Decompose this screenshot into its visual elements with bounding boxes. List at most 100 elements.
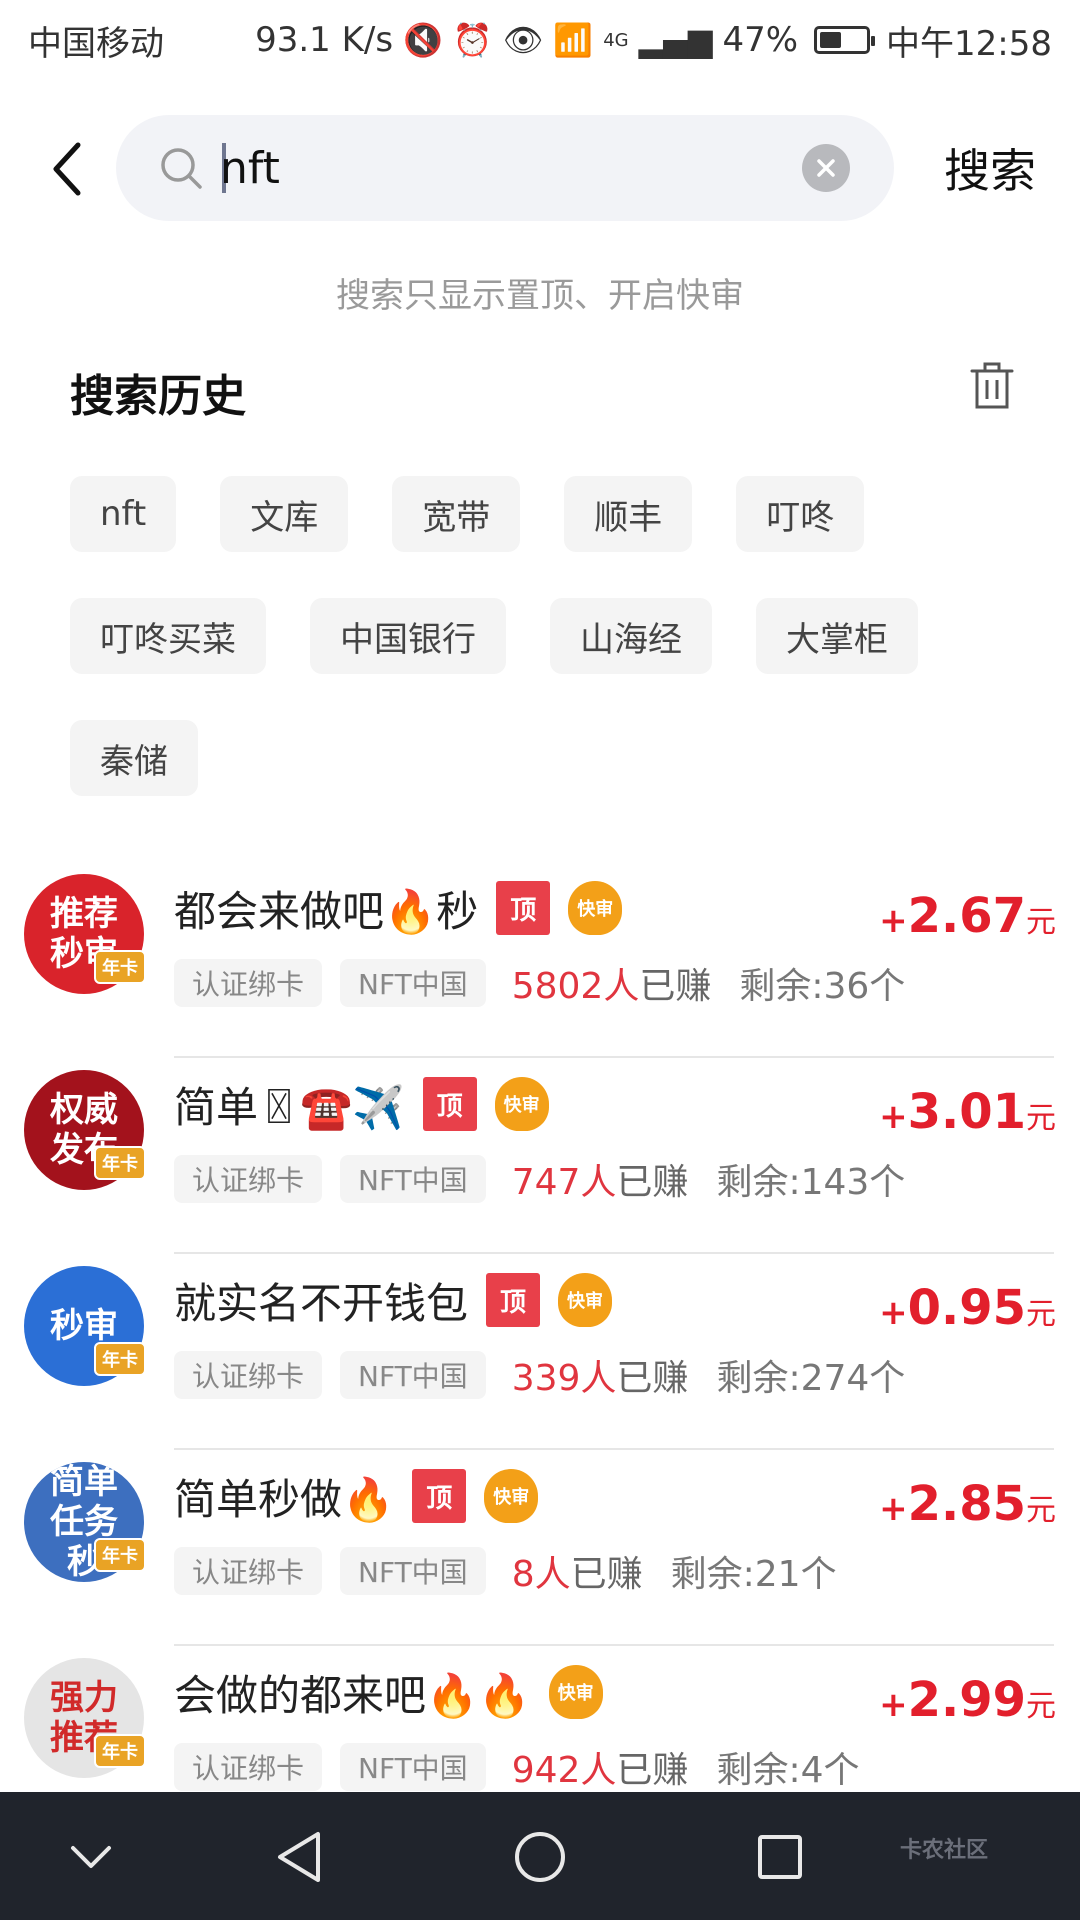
task-title-row: 简单秒做🔥 顶快审	[174, 1464, 539, 1528]
crown-badge: 年卡	[94, 950, 146, 984]
history-title: 搜索历史	[70, 371, 246, 422]
circle-home-icon	[515, 1832, 565, 1882]
task-title: 简单秒做🔥	[174, 1474, 395, 1524]
top-badge: 顶	[412, 1469, 467, 1523]
search-button[interactable]: 搜索	[920, 135, 1060, 201]
history-tag[interactable]: 叮咚	[736, 476, 865, 552]
nav-recents-button[interactable]	[745, 1822, 815, 1892]
battery-icon	[814, 26, 876, 54]
task-chip: NFT中国	[340, 1155, 486, 1203]
collapse-nav-button[interactable]	[56, 1822, 126, 1892]
earned-number: 747	[511, 1162, 581, 1203]
history-tag[interactable]: 文库	[220, 476, 349, 552]
task-meta: 认证绑卡 NFT中国 747人已赚 剩余:143个	[174, 1154, 905, 1204]
remain-count: 剩余:143个	[716, 1153, 905, 1205]
task-chip: NFT中国	[340, 1743, 486, 1791]
earned-count: 942人已赚	[512, 1741, 689, 1793]
task-row[interactable]: 推荐秒审 年卡 都会来做吧🔥秒顶快审 +2.67 元认证绑卡 NFT中国 5802人已赚 剩余…	[0, 862, 1080, 1058]
task-chip: NFT中国	[340, 959, 486, 1007]
top-badge: 顶	[496, 881, 551, 935]
history-tag[interactable]: 秦储	[70, 720, 198, 796]
back-button[interactable]	[38, 139, 98, 199]
task-title-row: 都会来做吧🔥秒顶快审	[174, 876, 623, 940]
task-title: 都会来做吧🔥秒	[174, 886, 479, 936]
task-meta: 认证绑卡 NFT中国 339人已赚 剩余:274个	[174, 1350, 905, 1400]
back-arrow-icon	[53, 142, 81, 196]
task-title-row: 会做的都来吧🔥🔥 快审	[174, 1660, 603, 1724]
wifi-icon: 📶	[553, 21, 594, 59]
task-list: 推荐秒审 年卡 都会来做吧🔥秒顶快审 +2.67 元认证绑卡 NFT中国 5802人已赚 剩余…	[0, 862, 1080, 1842]
crown-badge: 年卡	[94, 1146, 146, 1180]
chevron-down-icon	[71, 1846, 111, 1868]
history-tag[interactable]: 山海经	[550, 598, 712, 674]
task-row[interactable]: 秒审 年卡 就实名不开钱包顶快审 +0.95 元认证绑卡 NFT中国 339人已赚 剩余:27…	[0, 1254, 1080, 1450]
clear-button[interactable]	[802, 144, 850, 192]
price-value: 0.95	[907, 1280, 1026, 1336]
remain-count: 剩余:274个	[716, 1349, 905, 1401]
task-chip: NFT中国	[340, 1351, 486, 1399]
search-tip: 搜索只显示置顶、开启快审	[336, 276, 744, 316]
earned-number: 5802	[511, 966, 604, 1007]
remain-number: 21	[754, 1554, 801, 1595]
remain-suffix: 个	[869, 1162, 906, 1203]
watermark: 卡农社区	[900, 1838, 989, 1863]
task-chip: 认证绑卡	[174, 1547, 323, 1595]
page: 中国移动 93.1 K/s 🔇 ⏰ 👁 📶 4G ▂▄▆ 47% 中午12:58	[0, 0, 1080, 1920]
earned-count: 8人已赚	[512, 1545, 643, 1597]
history-tag[interactable]: 大掌柜	[756, 598, 918, 674]
close-icon	[817, 159, 835, 177]
earned-ren: 人	[603, 966, 640, 1007]
task-row[interactable]: 权威发布 年卡 简单〿☎️✈️ 顶快审 +3.01 元认证绑卡 NFT中国 747人已赚 剩余:…	[0, 1058, 1080, 1254]
remain-suffix: 个	[869, 1358, 906, 1399]
nav-back-button[interactable]	[264, 1822, 334, 1892]
crown-badge: 年卡	[94, 1342, 146, 1376]
task-chip: 认证绑卡	[174, 959, 323, 1007]
earned-suffix: 已赚	[616, 1358, 689, 1399]
remain-prefix: 剩余:	[670, 1554, 755, 1595]
price-unit: 元	[1026, 1101, 1056, 1136]
net-speed: 93.1 K/s	[255, 20, 394, 60]
price-value: 2.85	[907, 1476, 1026, 1532]
crown-badge: 年卡	[94, 1538, 146, 1572]
history-tag[interactable]: 宽带	[392, 476, 521, 552]
battery-percent: 47%	[722, 20, 799, 60]
triangle-back-icon	[278, 1832, 320, 1882]
remain-count: 剩余:4个	[716, 1741, 859, 1793]
trash-icon[interactable]	[970, 362, 1014, 410]
clock: 中午12:58	[886, 23, 1052, 64]
top-badge: 顶	[486, 1273, 541, 1327]
search-header: 搜索	[0, 115, 1080, 223]
search-box[interactable]	[116, 115, 894, 221]
history-tag[interactable]: 顺丰	[564, 476, 693, 552]
remain-number: 4	[800, 1750, 824, 1791]
history-tag[interactable]: 中国银行	[310, 598, 506, 674]
nav-home-button[interactable]	[505, 1822, 575, 1892]
remain-prefix: 剩余:	[716, 1750, 801, 1791]
remain-number: 274	[800, 1358, 870, 1399]
earned-ren: 人	[534, 1554, 571, 1595]
earned-suffix: 已赚	[616, 1750, 689, 1791]
carrier-label: 中国移动	[28, 23, 164, 64]
earned-number: 339	[511, 1358, 581, 1399]
fast-review-badge: 快审	[548, 1665, 603, 1719]
task-price: +2.85 元	[879, 1476, 1056, 1532]
remain-prefix: 剩余:	[716, 1162, 801, 1203]
fast-review-badge: 快审	[558, 1273, 613, 1327]
eye-icon: 👁	[502, 21, 544, 59]
task-row[interactable]: 简单任务秒 年卡 简单秒做🔥 顶快审 +2.85 元认证绑卡 NFT中国 8人已赚 剩余:21个	[0, 1450, 1080, 1646]
price-plus: +	[879, 1685, 908, 1725]
earned-ren: 人	[580, 1162, 617, 1203]
earned-suffix: 已赚	[570, 1554, 643, 1595]
task-meta: 认证绑卡 NFT中国 5802人已赚 剩余:36个	[174, 958, 905, 1008]
history-tag[interactable]: 叮咚买菜	[70, 598, 266, 674]
battery-fill	[820, 32, 841, 48]
price-unit: 元	[1026, 1493, 1056, 1528]
search-icon	[161, 148, 202, 189]
price-plus: +	[879, 1293, 908, 1333]
earned-ren: 人	[580, 1358, 617, 1399]
task-price: +0.95 元	[879, 1280, 1056, 1336]
history-tag[interactable]: nft	[70, 476, 177, 552]
search-input[interactable]	[220, 133, 790, 203]
remain-count: 剩余:21个	[671, 1545, 837, 1597]
remain-number: 143	[800, 1162, 870, 1203]
